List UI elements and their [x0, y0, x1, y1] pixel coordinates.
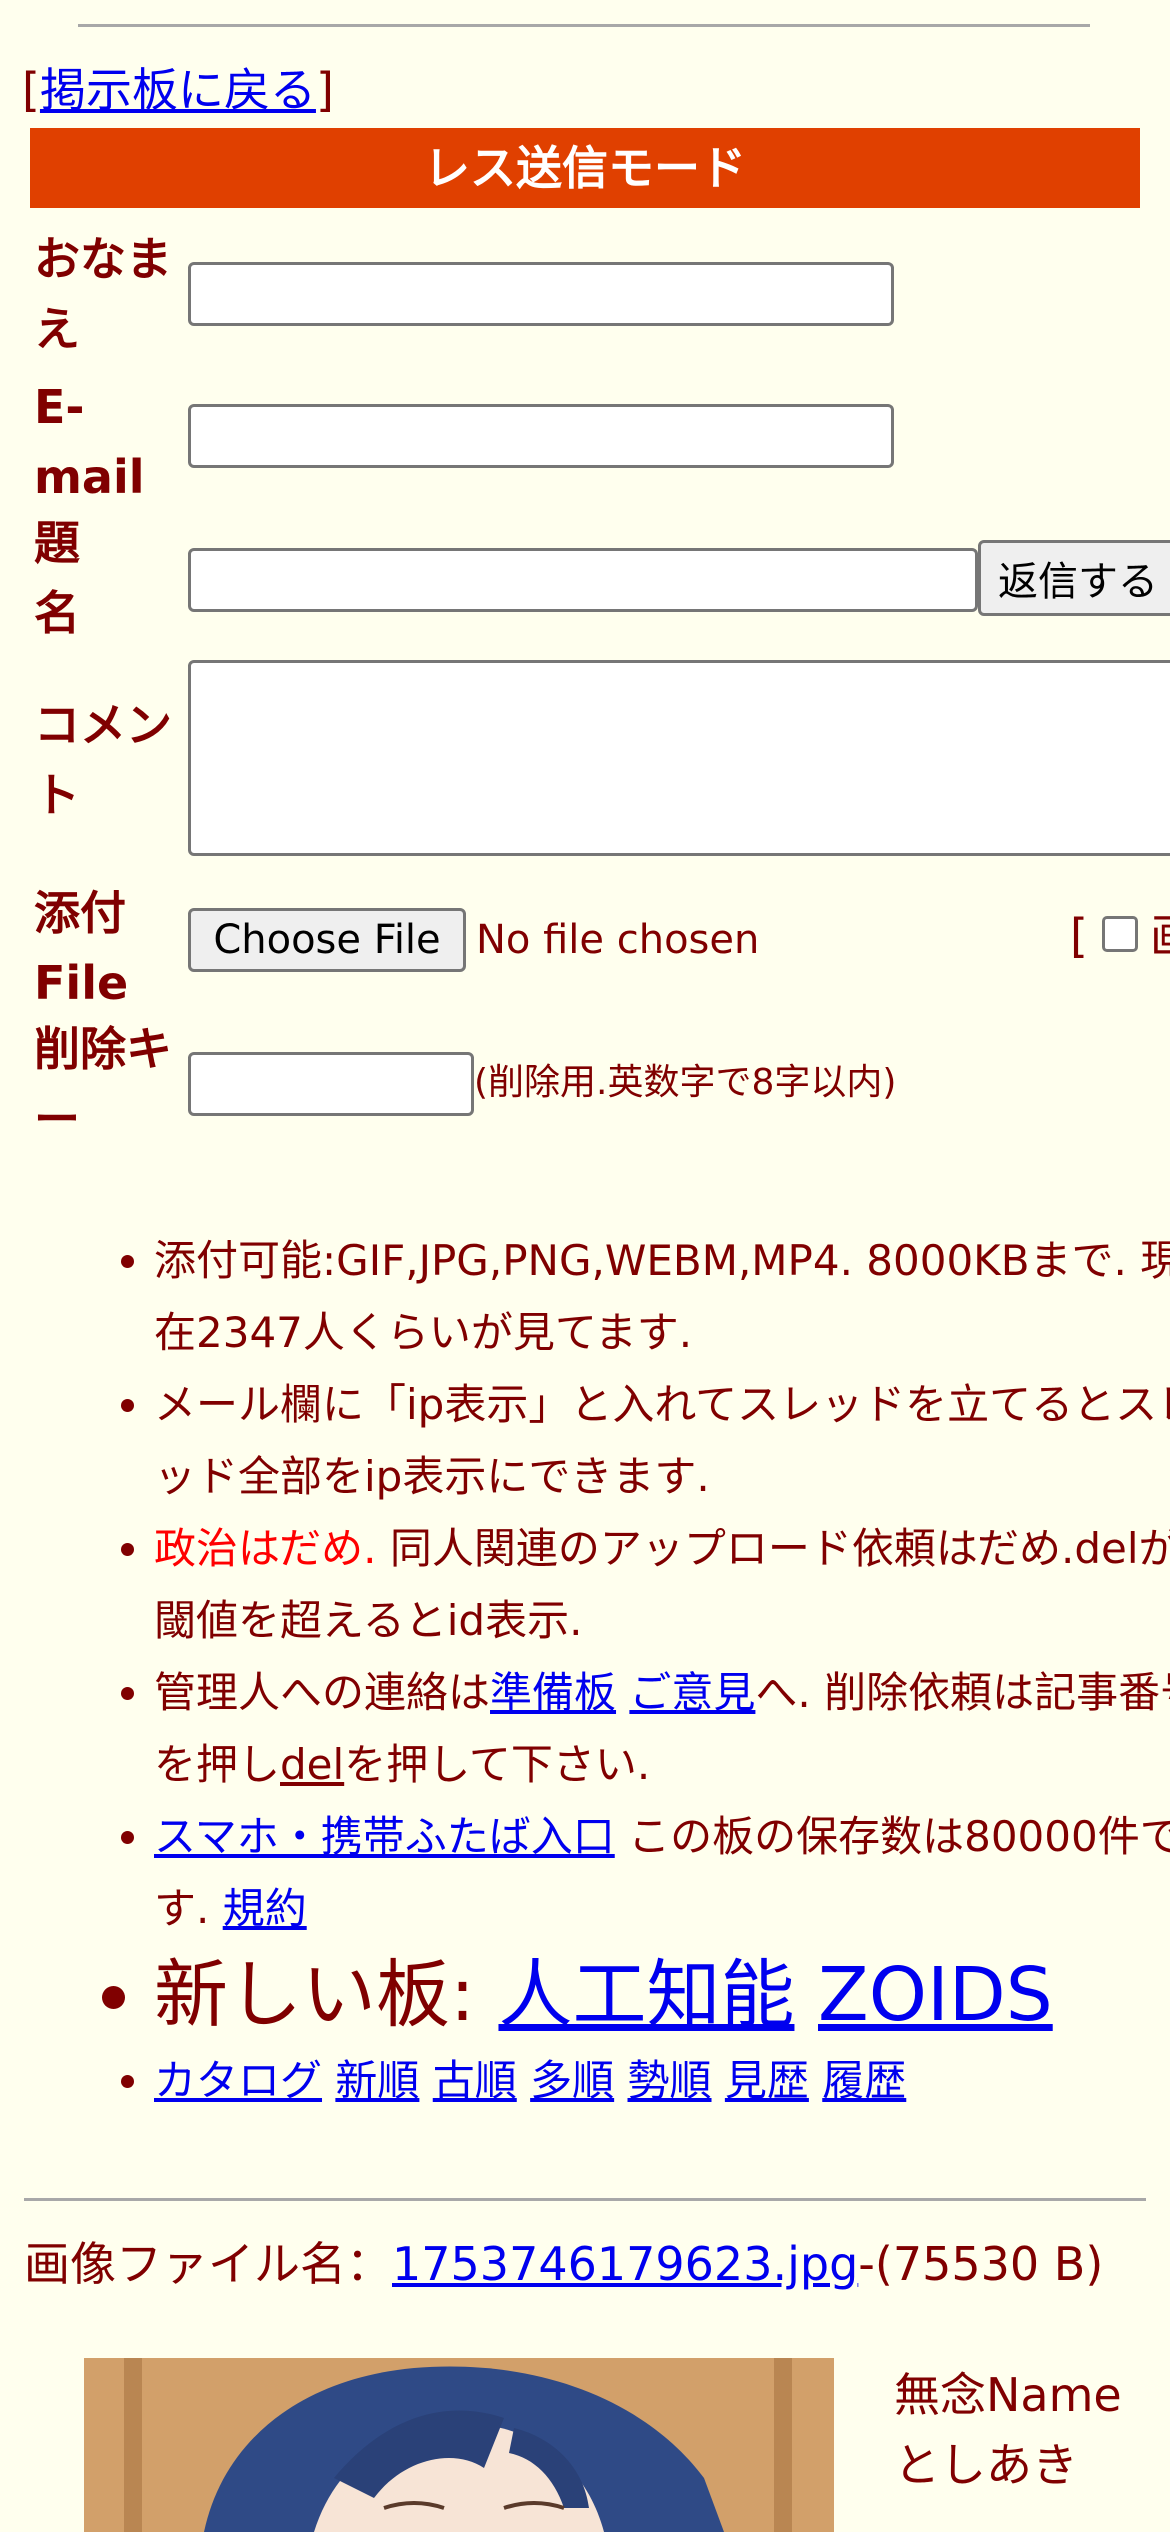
post-history-link[interactable]: 履歴 [822, 2056, 906, 2105]
back-to-board: [掲示板に戻る] [22, 63, 334, 117]
no-file-chosen-text: No file chosen [476, 917, 760, 963]
list-item: 新しい板: 人工知能 ZOIDS [154, 1945, 1170, 2045]
image-option-checkbox[interactable] [1102, 916, 1138, 952]
board-info-list: 添付可能:GIF,JPG,PNG,WEBM,MP4. 8000KBまで. 現在2… [80, 1225, 1170, 2117]
image-file-info: 画像ファイル名：1753746179623.jpg-(75530 B) [24, 2237, 1104, 2291]
junbi-board-link[interactable]: 準備板 [490, 1668, 616, 1717]
file-label: 添付 File [34, 886, 129, 1010]
image-option-bracket: [ [1070, 909, 1088, 963]
mobile-entrance-link[interactable]: スマホ・携帯ふたば入口 [154, 1812, 615, 1861]
rules-link[interactable]: 規約 [223, 1884, 307, 1933]
comment-textarea[interactable] [188, 660, 1170, 856]
del-link[interactable]: del [280, 1740, 344, 1789]
delete-key-label: 削除キ ー [34, 1022, 172, 1146]
top-divider [78, 24, 1090, 27]
subject-input[interactable] [188, 548, 978, 612]
delete-key-input[interactable] [188, 1052, 474, 1116]
post-name-label: 無念Name [894, 2368, 1122, 2422]
post-meta: 無念Name としあき [894, 2360, 1122, 2500]
list-item: 管理人への連絡は準備板 ご意見へ. 削除依頼は記事番号を押しdelを押して下さい… [154, 1657, 1170, 1801]
name-input[interactable] [188, 262, 894, 326]
zoids-board-link[interactable]: ZOIDS [818, 1952, 1053, 2038]
sort-newest-link[interactable]: 新順 [335, 2056, 419, 2105]
sort-most-replies-link[interactable]: 多順 [530, 2056, 614, 2105]
anime-character-image [84, 2358, 834, 2532]
email-label: E- mail [34, 380, 145, 504]
sort-momentum-link[interactable]: 勢順 [628, 2056, 712, 2105]
image-option-text: 画 [1150, 906, 1170, 966]
list-item: メール欄に「ip表示」と入れてスレッドを立てるとスレッド全部をip表示にできます… [154, 1369, 1170, 1513]
list-item: 政治はだめ. 同人関連のアップロード依頼はだめ.delが閾値を超えるとid表示. [154, 1513, 1170, 1657]
image-file-link[interactable]: 1753746179623.jpg [392, 2237, 858, 2291]
back-to-board-link[interactable]: 掲示板に戻る [40, 63, 316, 117]
name-label: おなま え [34, 232, 172, 356]
list-item: カタログ 新順 古順 多順 勢順 見歴 履歴 [154, 2045, 1170, 2117]
sort-oldest-link[interactable]: 古順 [433, 2056, 517, 2105]
catalog-link[interactable]: カタログ [154, 2056, 322, 2105]
delete-key-note: (削除用.英数字で8字以内) [474, 1062, 897, 1103]
choose-file-button[interactable]: Choose File [188, 908, 466, 972]
subject-label: 題 名 [34, 516, 80, 640]
email-input[interactable] [188, 404, 894, 468]
comment-label: コメン ト [34, 698, 172, 822]
list-item: スマホ・携帯ふたば入口 この板の保存数は80000件です. 規約 [154, 1801, 1170, 1945]
submit-reply-button[interactable]: 返信する [978, 540, 1170, 616]
thread-divider [24, 2198, 1146, 2201]
reply-mode-header: レス送信モード [30, 128, 1140, 208]
list-item: 添付可能:GIF,JPG,PNG,WEBM,MP4. 8000KBまで. 現在2… [154, 1225, 1170, 1369]
feedback-link[interactable]: ご意見 [629, 1668, 755, 1717]
post-thumbnail[interactable] [84, 2358, 834, 2532]
view-history-link[interactable]: 見歴 [725, 2056, 809, 2105]
post-author: としあき [894, 2438, 1078, 2492]
politics-warning: 政治はだめ. [154, 1524, 377, 1573]
ai-board-link[interactable]: 人工知能 [498, 1952, 794, 2038]
